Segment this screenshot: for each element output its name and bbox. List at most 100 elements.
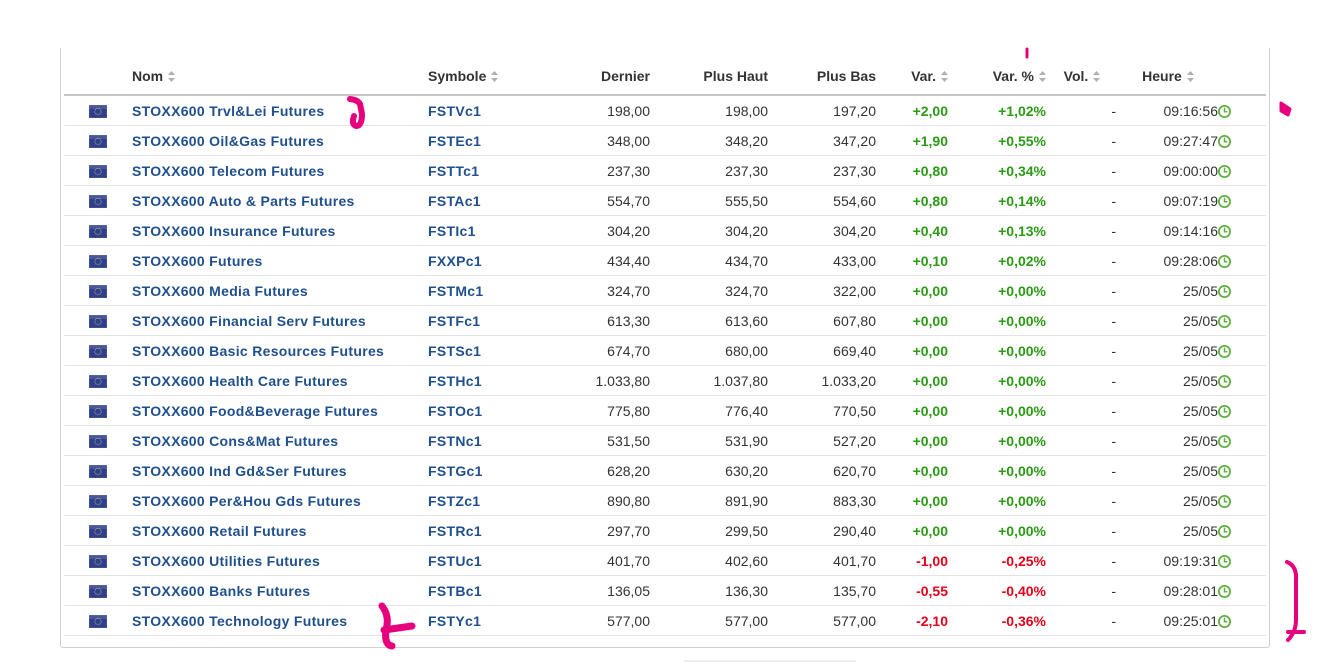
flag-cell — [64, 575, 132, 606]
instrument-symbol-link[interactable]: FSTGc1 — [428, 463, 483, 479]
clock-icon[interactable] — [1218, 164, 1231, 178]
instrument-name-link[interactable]: STOXX600 Utilities Futures — [132, 553, 320, 569]
instrument-name-link[interactable]: STOXX600 Ind Gd&Ser Futures — [132, 463, 347, 479]
clock-icon[interactable] — [1218, 464, 1231, 478]
sort-arrows-icon[interactable] — [1093, 71, 1101, 82]
table-row[interactable]: STOXX600 Trvl&Lei Futures FSTVc1 198,00 198… — [64, 95, 1266, 126]
column-header-time[interactable]: Heure — [1118, 58, 1218, 96]
instrument-name-link[interactable]: STOXX600 Auto & Parts Futures — [132, 193, 355, 209]
instrument-name-link[interactable]: STOXX600 Oil&Gas Futures — [132, 133, 324, 149]
table-row[interactable]: STOXX600 Media Futures FSTMc1 324,70 324,70… — [64, 275, 1266, 306]
flag-cell — [64, 215, 132, 246]
instrument-name-link[interactable]: STOXX600 Insurance Futures — [132, 223, 336, 239]
instrument-symbol-link[interactable]: FSTNc1 — [428, 433, 482, 449]
clock-icon[interactable] — [1218, 434, 1231, 448]
instrument-symbol-link[interactable]: FSTUc1 — [428, 553, 482, 569]
instrument-name-link[interactable]: STOXX600 Banks Futures — [132, 583, 310, 599]
column-header-symbol[interactable]: Symbole — [428, 58, 546, 96]
table-row[interactable]: STOXX600 Futures FXXPc1 434,40 434,70 433,00… — [64, 245, 1266, 276]
sort-arrows-icon[interactable] — [491, 71, 499, 82]
clock-icon[interactable] — [1218, 344, 1231, 358]
flag-cell — [64, 185, 132, 216]
instrument-name-link[interactable]: STOXX600 Retail Futures — [132, 523, 307, 539]
table-row[interactable]: STOXX600 Basic Resources Futures FSTSc1 67… — [64, 335, 1266, 366]
clock-icon[interactable] — [1218, 284, 1231, 298]
column-header-change-pct[interactable]: Var. % — [948, 58, 1046, 96]
instrument-name-link[interactable]: STOXX600 Per&Hou Gds Futures — [132, 493, 361, 509]
instrument-symbol-link[interactable]: FSTAc1 — [428, 193, 481, 209]
instrument-symbol-link[interactable]: FSTBc1 — [428, 583, 482, 599]
instrument-name-link[interactable]: STOXX600 Trvl&Lei Futures — [132, 103, 324, 119]
instrument-symbol-link[interactable]: FXXPc1 — [428, 253, 482, 269]
clock-icon[interactable] — [1218, 404, 1231, 418]
instrument-name-link[interactable]: STOXX600 Health Care Futures — [132, 373, 348, 389]
sort-arrows-icon[interactable] — [168, 71, 176, 82]
table-row[interactable]: STOXX600 Ind Gd&Ser Futures FSTGc1 628,20 6… — [64, 455, 1266, 486]
clock-cell — [1218, 515, 1266, 546]
clock-icon[interactable] — [1218, 134, 1231, 148]
instrument-name-link[interactable]: STOXX600 Food&Beverage Futures — [132, 403, 378, 419]
clock-icon[interactable] — [1218, 224, 1231, 238]
change-cell: -1,00 — [876, 545, 948, 576]
clock-icon[interactable] — [1218, 374, 1231, 388]
table-row[interactable]: STOXX600 Banks Futures FSTBc1 136,05 136,30… — [64, 575, 1266, 606]
instrument-name-link[interactable]: STOXX600 Technology Futures — [132, 613, 347, 629]
column-header-change[interactable]: Var. — [876, 58, 948, 96]
instrument-symbol-link[interactable]: FSTMc1 — [428, 283, 483, 299]
table-row[interactable]: STOXX600 Telecom Futures FSTTc1 237,30 237,… — [64, 155, 1266, 186]
sort-arrows-icon[interactable] — [1039, 71, 1046, 82]
low-cell: 669,40 — [768, 335, 876, 366]
table-row[interactable]: STOXX600 Cons&Mat Futures FSTNc1 531,50 531… — [64, 425, 1266, 456]
name-cell: STOXX600 Auto & Parts Futures — [132, 185, 428, 216]
instrument-symbol-link[interactable]: FSTTc1 — [428, 163, 479, 179]
clock-icon[interactable] — [1218, 524, 1231, 538]
clock-icon[interactable] — [1218, 554, 1231, 568]
instrument-symbol-link[interactable]: FSTYc1 — [428, 613, 481, 629]
instrument-name-link[interactable]: STOXX600 Telecom Futures — [132, 163, 325, 179]
instrument-symbol-link[interactable]: FSTFc1 — [428, 313, 480, 329]
volume-cell: - — [1046, 365, 1118, 396]
column-header-volume[interactable]: Vol. — [1046, 58, 1118, 96]
table-row[interactable]: STOXX600 Food&Beverage Futures FSTOc1 775,… — [64, 395, 1266, 426]
change-pct-cell: +0,00% — [948, 365, 1046, 396]
table-row[interactable]: STOXX600 Auto & Parts Futures FSTAc1 554,7… — [64, 185, 1266, 216]
symbol-cell: FSTRc1 — [428, 515, 546, 546]
instrument-name-link[interactable]: STOXX600 Futures — [132, 253, 263, 269]
instrument-symbol-link[interactable]: FSTVc1 — [428, 103, 481, 119]
clock-icon[interactable] — [1218, 584, 1231, 598]
horizontal-scrollbar[interactable] — [684, 660, 856, 662]
clock-icon[interactable] — [1218, 254, 1231, 268]
change-cell: +0,80 — [876, 185, 948, 216]
instrument-symbol-link[interactable]: FSTHc1 — [428, 373, 482, 389]
time-cell: 09:28:06 — [1118, 245, 1218, 276]
column-header-name[interactable]: Nom — [132, 58, 428, 96]
table-row[interactable]: STOXX600 Financial Serv Futures FSTFc1 613… — [64, 305, 1266, 336]
sort-arrows-icon[interactable] — [1186, 71, 1194, 82]
symbol-cell: FSTBc1 — [428, 575, 546, 606]
time-cell: 09:28:01 — [1118, 575, 1218, 606]
clock-icon[interactable] — [1218, 104, 1231, 118]
table-row[interactable]: STOXX600 Health Care Futures FSTHc1 1.033,… — [64, 365, 1266, 396]
sort-arrows-icon[interactable] — [941, 71, 948, 82]
instrument-symbol-link[interactable]: FSTZc1 — [428, 493, 480, 509]
instrument-symbol-link[interactable]: FSTSc1 — [428, 343, 481, 359]
table-row[interactable]: STOXX600 Insurance Futures FSTIc1 304,20 30… — [64, 215, 1266, 246]
instrument-name-link[interactable]: STOXX600 Media Futures — [132, 283, 308, 299]
table-row[interactable]: STOXX600 Retail Futures FSTRc1 297,70 299,5… — [64, 515, 1266, 546]
clock-icon[interactable] — [1218, 614, 1231, 628]
instrument-symbol-link[interactable]: FSTRc1 — [428, 523, 482, 539]
instrument-symbol-link[interactable]: FSTOc1 — [428, 403, 482, 419]
change-cell: +0,00 — [876, 425, 948, 456]
instrument-symbol-link[interactable]: FSTEc1 — [428, 133, 481, 149]
instrument-name-link[interactable]: STOXX600 Financial Serv Futures — [132, 313, 366, 329]
instrument-name-link[interactable]: STOXX600 Basic Resources Futures — [132, 343, 384, 359]
table-row[interactable]: STOXX600 Per&Hou Gds Futures FSTZc1 890,80… — [64, 485, 1266, 516]
instrument-symbol-link[interactable]: FSTIc1 — [428, 223, 476, 239]
table-row[interactable]: STOXX600 Utilities Futures FSTUc1 401,70 40… — [64, 545, 1266, 576]
table-row[interactable]: STOXX600 Oil&Gas Futures FSTEc1 348,00 348,… — [64, 125, 1266, 156]
table-row[interactable]: STOXX600 Technology Futures FSTYc1 577,00 5… — [64, 605, 1266, 636]
clock-icon[interactable] — [1218, 194, 1231, 208]
clock-icon[interactable] — [1218, 314, 1231, 328]
instrument-name-link[interactable]: STOXX600 Cons&Mat Futures — [132, 433, 338, 449]
clock-icon[interactable] — [1218, 494, 1231, 508]
